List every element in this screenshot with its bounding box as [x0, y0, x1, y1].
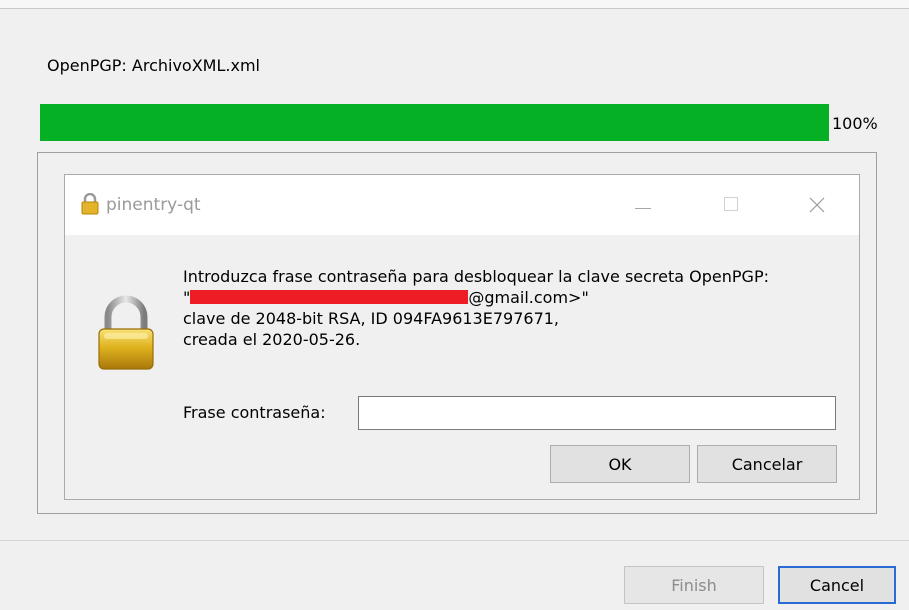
message-key-owner: " @gmail.com>" [183, 287, 769, 308]
progress-percent: 100% [832, 114, 878, 133]
ok-button[interactable]: OK [550, 445, 690, 483]
message-quote: " [183, 288, 191, 307]
message-line: creada el 2020-05-26. [183, 330, 361, 349]
padlock-icon [95, 295, 157, 375]
lock-icon [81, 192, 99, 219]
top-divider [0, 0, 909, 9]
message-line: clave de 2048-bit RSA, ID 094FA9613E7976… [183, 309, 560, 328]
close-icon[interactable] [797, 187, 837, 223]
message-line: Introduzca frase contraseña para desbloq… [183, 267, 769, 286]
minimize-icon[interactable] [623, 187, 663, 223]
cancel-button[interactable]: Cancel [778, 566, 896, 604]
dialog-message: Introduzca frase contraseña para desbloq… [183, 266, 769, 350]
pinentry-dialog: pinentry-qt Introduzca frase contraseña … [64, 174, 860, 500]
dialog-titlebar[interactable]: pinentry-qt [65, 175, 859, 235]
cancelar-button[interactable]: Cancelar [697, 445, 837, 483]
finish-button[interactable]: Finish [624, 566, 764, 604]
message-email-suffix: @gmail.com>" [468, 288, 589, 307]
passphrase-input[interactable] [358, 396, 836, 430]
footer-divider [0, 540, 909, 541]
dialog-title: pinentry-qt [106, 195, 201, 215]
task-title: OpenPGP: ArchivoXML.xml [47, 56, 260, 75]
progress-bar [40, 104, 829, 141]
maximize-icon[interactable] [710, 187, 750, 223]
progress-fill [40, 104, 829, 141]
redaction-bar [190, 290, 469, 304]
passphrase-label: Frase contraseña: [183, 403, 326, 422]
